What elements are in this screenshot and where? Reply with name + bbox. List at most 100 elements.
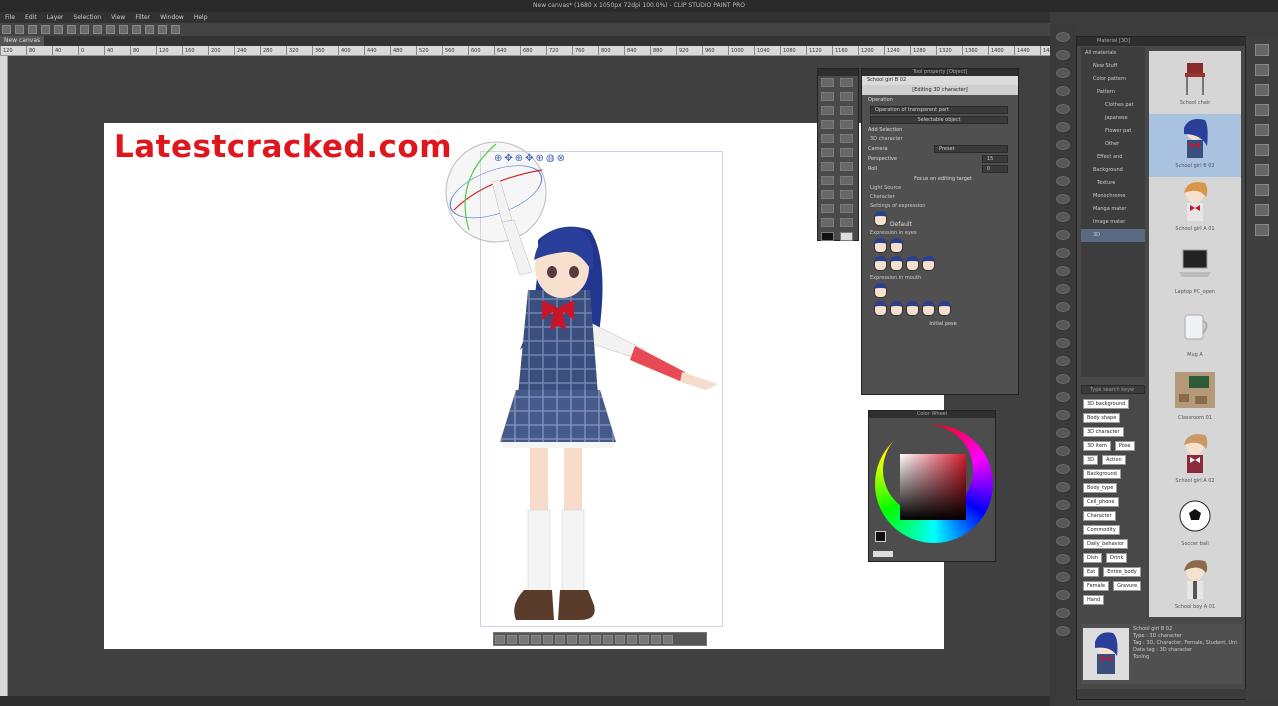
tag-chip[interactable]: 3D item [1083, 441, 1111, 451]
eyes-expression-thumb[interactable] [890, 238, 903, 253]
brush-tool-icon[interactable] [840, 134, 853, 143]
layer-toggle-icon[interactable] [1056, 320, 1070, 330]
blend-tool-icon[interactable] [840, 162, 853, 171]
material-item[interactable]: Laptop PC_open [1149, 240, 1241, 303]
tag-chip[interactable]: Pose [1114, 441, 1135, 451]
layer-toggle-icon[interactable] [1056, 248, 1070, 258]
layer-toggle-icon[interactable] [1056, 428, 1070, 438]
material-tree-item[interactable]: Effect and [1081, 151, 1145, 164]
tag-chip[interactable]: Character [1083, 511, 1116, 521]
move-layer-tool-icon[interactable] [840, 92, 853, 101]
pencil-tool-icon[interactable] [821, 134, 834, 143]
lock-icon[interactable] [567, 635, 577, 644]
material-item[interactable]: Soccer ball [1149, 492, 1241, 555]
main-color-chip[interactable] [875, 531, 886, 542]
pose-icon[interactable] [555, 635, 565, 644]
layer-toggle-icon[interactable] [1056, 32, 1070, 42]
snap-perspective-icon[interactable] [145, 25, 154, 34]
transparent-color-chip[interactable] [873, 551, 893, 557]
layer-toggle-icon[interactable] [1056, 302, 1070, 312]
layer-toggle-icon[interactable] [1056, 392, 1070, 402]
menu-selection[interactable]: Selection [68, 12, 106, 23]
snap-grid-icon[interactable] [132, 25, 141, 34]
fill-tool-icon[interactable] [821, 176, 834, 185]
frame-tool-icon[interactable] [840, 190, 853, 199]
tag-chip[interactable]: Drink [1106, 553, 1128, 563]
material-tree-item[interactable]: Clothes pat [1081, 99, 1145, 112]
main-color-swatch[interactable] [821, 232, 834, 241]
layer-toggle-icon[interactable] [1056, 104, 1070, 114]
tag-chip[interactable]: Female [1083, 581, 1110, 591]
panel-icon[interactable] [1255, 124, 1269, 136]
next-icon[interactable] [507, 635, 517, 644]
color-wheel-title[interactable]: Color Wheel [869, 411, 995, 418]
tag-chip[interactable]: Eat [1083, 567, 1100, 577]
layer-toggle-icon[interactable] [1056, 68, 1070, 78]
layer-toggle-icon[interactable] [1056, 158, 1070, 168]
new-icon[interactable] [2, 25, 11, 34]
mouth-expression-thumb[interactable] [906, 301, 919, 316]
layer-toggle-icon[interactable] [1056, 266, 1070, 276]
light-icon[interactable] [651, 635, 661, 644]
operation-tool-icon[interactable] [821, 92, 834, 101]
menu-view[interactable]: View [106, 12, 130, 23]
tab-new-canvas[interactable]: New canvas [0, 36, 45, 46]
bone-icon[interactable] [639, 635, 649, 644]
layer-toggle-icon[interactable] [1056, 500, 1070, 510]
operation-select[interactable]: Operation of transparent part [870, 106, 1008, 114]
character-section[interactable]: Character [862, 193, 1018, 202]
hand-icon[interactable] [627, 635, 637, 644]
material-tree-item[interactable]: Pattern [1081, 86, 1145, 99]
pen-icon[interactable] [171, 25, 180, 34]
tag-chip[interactable]: 3D [1083, 455, 1099, 465]
layer-toggle-icon[interactable] [1056, 284, 1070, 294]
material-tree-item[interactable]: Texture [1081, 177, 1145, 190]
tag-chip[interactable]: 3D background [1083, 399, 1130, 409]
focus-editing-target-button[interactable]: Focus on editing target [862, 174, 1018, 184]
mouth-expression-thumb[interactable] [874, 283, 887, 298]
3d-character-section[interactable]: 3D character [862, 135, 1018, 144]
tag-chip[interactable]: Hand [1083, 595, 1105, 605]
layer-toggle-icon[interactable] [1056, 86, 1070, 96]
save-icon[interactable] [28, 25, 37, 34]
panel-icon[interactable] [1255, 204, 1269, 216]
layer-toggle-icon[interactable] [1056, 50, 1070, 60]
text-tool-icon[interactable] [840, 204, 853, 213]
invert-selection-icon[interactable] [106, 25, 115, 34]
material-tree-item[interactable]: New Stuff [1081, 60, 1145, 73]
deselect-icon[interactable] [93, 25, 102, 34]
material-panel-title[interactable]: Material [3D] [1077, 37, 1247, 46]
saturation-value-square[interactable] [900, 454, 966, 520]
material-tree-item[interactable]: Flower pat [1081, 125, 1145, 138]
menu-file[interactable]: File [0, 12, 20, 23]
expression-default-thumb[interactable] [874, 211, 887, 226]
tag-chip[interactable]: Daily_behavior [1083, 539, 1129, 549]
material-item[interactable]: School chair [1149, 51, 1241, 114]
move-tool-icon[interactable] [840, 78, 853, 87]
material-item[interactable]: School girl B 02 [1149, 114, 1241, 177]
tag-chip[interactable]: 3D character [1083, 427, 1124, 437]
menu-filter[interactable]: Filter [130, 12, 155, 23]
material-item[interactable]: School boy A 01 [1149, 555, 1241, 618]
material-tree-item[interactable]: Monochrome [1081, 190, 1145, 203]
material-item[interactable]: School girl A 02 [1149, 429, 1241, 492]
material-tree-item[interactable]: All materials [1081, 47, 1145, 60]
layer-toggle-icon[interactable] [1056, 590, 1070, 600]
figure-tool-icon[interactable] [821, 190, 834, 199]
layer-toggle-icon[interactable] [1056, 518, 1070, 528]
layer-toggle-icon[interactable] [1056, 626, 1070, 636]
menu-window[interactable]: Window [155, 12, 189, 23]
layer-toggle-icon[interactable] [1056, 482, 1070, 492]
panel-icon[interactable] [1255, 64, 1269, 76]
material-tree-item[interactable]: Japanese [1081, 112, 1145, 125]
menu-edit[interactable]: Edit [20, 12, 42, 23]
prev-icon[interactable] [495, 635, 505, 644]
pen-tool-icon[interactable] [840, 120, 853, 129]
pose-scanner-icon[interactable] [615, 635, 625, 644]
panel-icon[interactable] [1255, 144, 1269, 156]
decoration-tool-icon[interactable] [840, 148, 853, 157]
camera-icon[interactable] [519, 635, 529, 644]
mouth-expression-thumb[interactable] [890, 301, 903, 316]
layer-toggle-icon[interactable] [1056, 194, 1070, 204]
perspective-value[interactable]: 15 [982, 155, 1008, 163]
